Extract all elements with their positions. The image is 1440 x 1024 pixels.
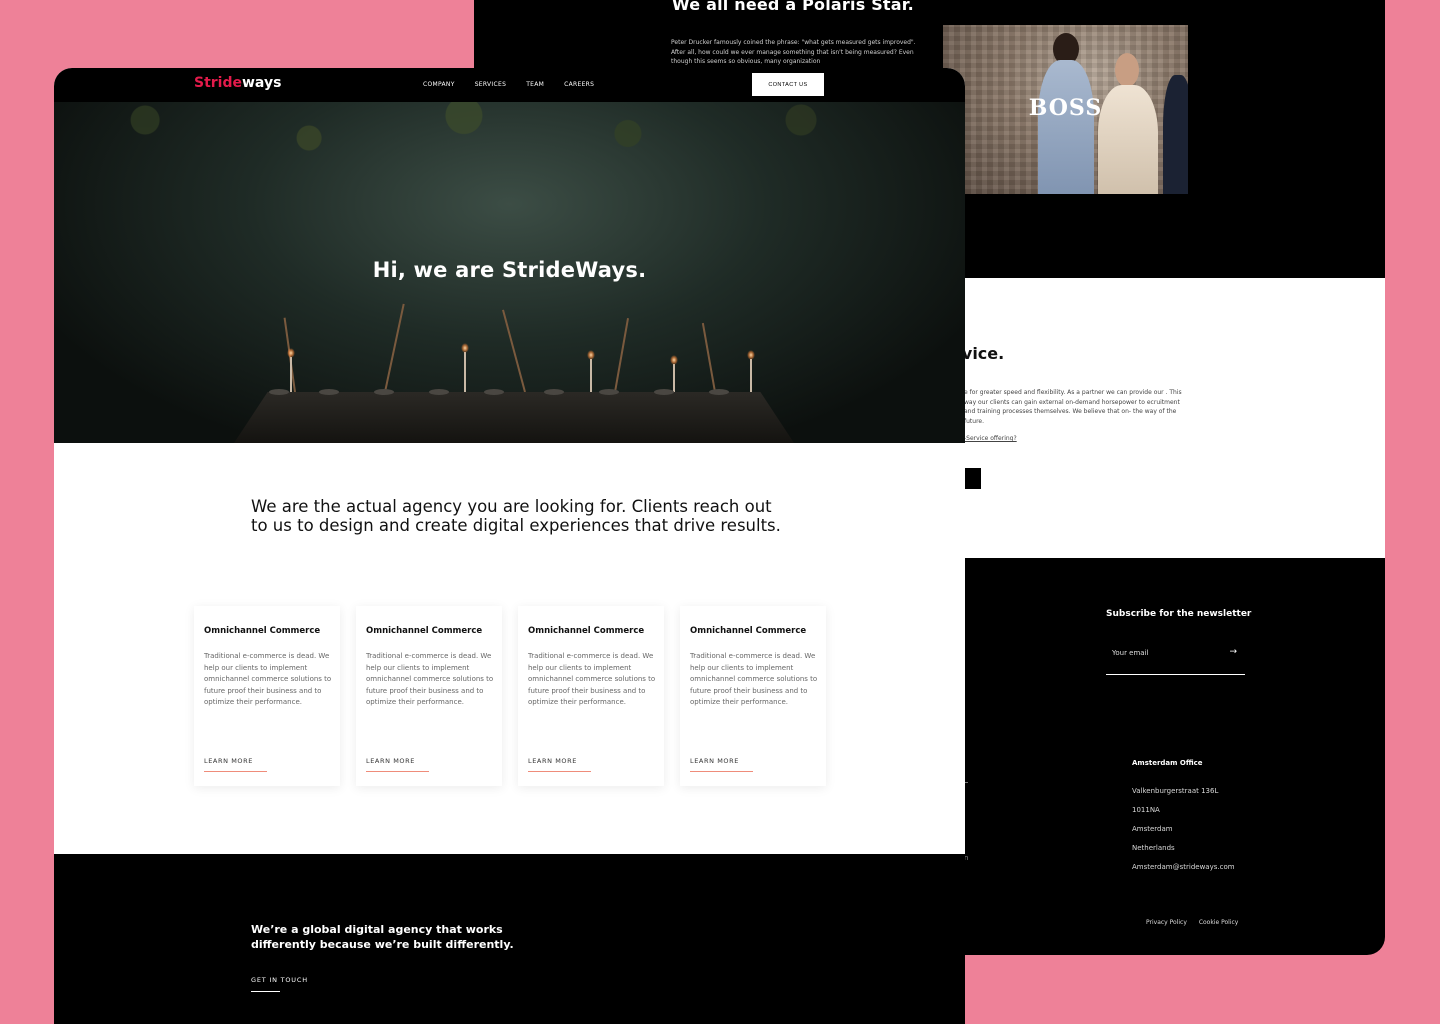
footer: We’re a global digital agency that works…	[54, 854, 965, 1024]
section-title: We all need a Polaris Star.	[672, 0, 914, 14]
intro-text: We are the actual agency you are looking…	[251, 497, 781, 535]
nav-careers[interactable]: CAREERS	[564, 81, 594, 88]
section-paragraph: Peter Drucker famously coined the phrase…	[671, 39, 916, 65]
office-country: Netherlands	[1132, 844, 1175, 852]
nav-team[interactable]: TEAM	[526, 81, 544, 88]
service-card: Omnichannel Commerce Traditional e-comme…	[194, 606, 340, 786]
service-button[interactable]	[964, 468, 981, 489]
top-navbar: Strideways COMPANY SERVICES TEAM CAREERS…	[54, 68, 965, 102]
service-text: e for greater speed and flexibility. As …	[964, 389, 1182, 425]
card-title: Omnichannel Commerce	[690, 626, 807, 636]
service-cards: Omnichannel Commerce Traditional e-comme…	[194, 606, 826, 786]
service-card: Omnichannel Commerce Traditional e-comme…	[518, 606, 664, 786]
nav-services[interactable]: SERVICES	[475, 81, 507, 88]
get-in-touch-link[interactable]: GET IN TOUCH	[251, 976, 307, 992]
hero-banner: Hi, we are StrideWays.	[54, 102, 965, 443]
contact-us-button[interactable]: CONTACT US	[752, 73, 824, 96]
card-title: Omnichannel Commerce	[366, 626, 483, 636]
legal-links: Privacy Policy Cookie Policy	[1146, 919, 1248, 926]
office-heading: Amsterdam Office	[1132, 759, 1203, 767]
newsletter-title: Subscribe for the newsletter	[1106, 609, 1252, 619]
service-link[interactable]: -Service offering?	[964, 435, 1017, 442]
hero-title: Hi, we are StrideWays.	[372, 258, 647, 282]
cookie-policy-link[interactable]: Cookie Policy	[1199, 919, 1239, 926]
newsletter-form: →	[1106, 642, 1245, 675]
boss-logo: BOSS	[1028, 95, 1103, 121]
learn-more-link[interactable]: LEARN MORE	[366, 757, 429, 772]
card-text: Traditional e-commerce is dead. We help …	[366, 652, 494, 706]
office-city: Amsterdam	[1132, 825, 1173, 833]
office-email[interactable]: Amsterdam@strideways.com	[1132, 863, 1235, 882]
footer-tagline: We’re a global digital agency that works…	[251, 923, 514, 951]
learn-more-link[interactable]: LEARN MORE	[690, 757, 753, 772]
office-address: Amsterdam Office Valkenburgerstraat 136L…	[1132, 759, 1235, 882]
boss-campaign-image: BOSS	[943, 25, 1188, 194]
front-mockup: Strideways COMPANY SERVICES TEAM CAREERS…	[54, 68, 965, 1024]
strideways-logo[interactable]: Strideways	[194, 75, 281, 91]
arrow-right-icon[interactable]: →	[1229, 647, 1237, 657]
office-zip: 1011NA	[1132, 806, 1160, 814]
card-title: Omnichannel Commerce	[204, 626, 321, 636]
learn-more-link[interactable]: LEARN MORE	[528, 757, 591, 772]
privacy-policy-link[interactable]: Privacy Policy	[1146, 919, 1187, 926]
card-title: Omnichannel Commerce	[528, 626, 645, 636]
office-street: Valkenburgerstraat 136L	[1132, 787, 1219, 795]
card-text: Traditional e-commerce is dead. We help …	[690, 652, 818, 706]
nav-menu: COMPANY SERVICES TEAM CAREERS	[423, 81, 594, 88]
email-input[interactable]	[1106, 642, 1226, 664]
nav-company[interactable]: COMPANY	[423, 81, 455, 88]
service-card: Omnichannel Commerce Traditional e-comme…	[680, 606, 826, 786]
service-card: Omnichannel Commerce Traditional e-comme…	[356, 606, 502, 786]
card-text: Traditional e-commerce is dead. We help …	[528, 652, 656, 706]
learn-more-link[interactable]: LEARN MORE	[204, 757, 267, 772]
card-text: Traditional e-commerce is dead. We help …	[204, 652, 332, 706]
